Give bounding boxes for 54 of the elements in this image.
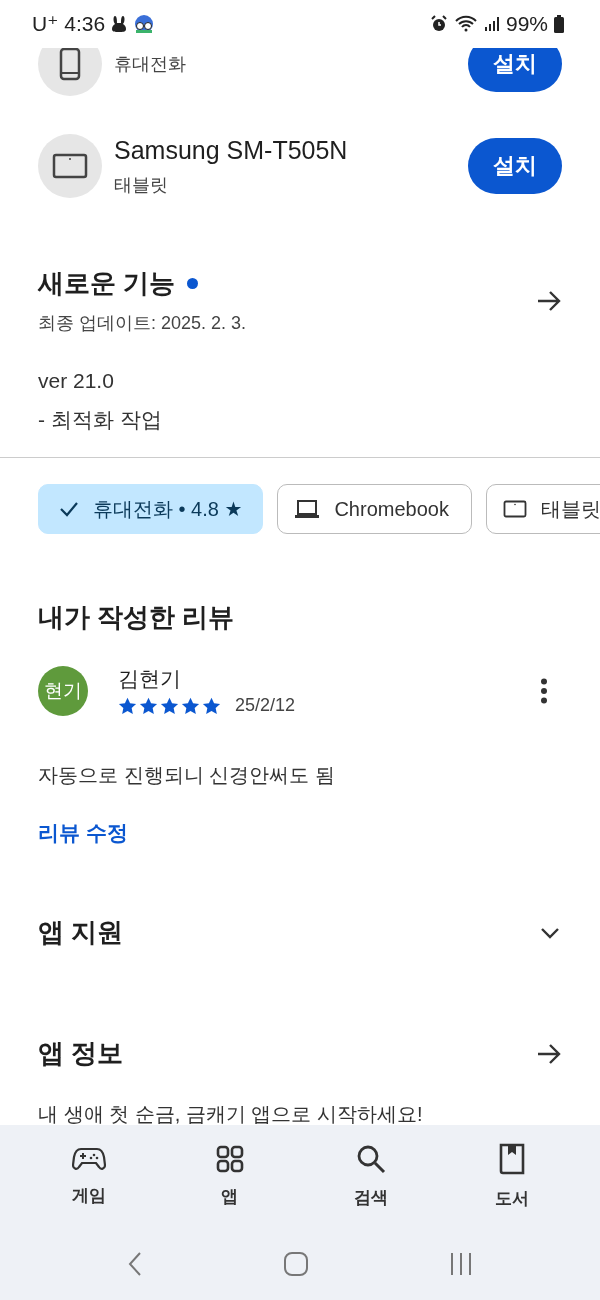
star-icon — [202, 696, 221, 715]
section-title: 새로운 기능 — [38, 267, 176, 300]
device-filter-chip[interactable]: 태블릿 — [485, 484, 600, 534]
edit-review-link[interactable]: 리뷰 수정 — [38, 819, 128, 847]
battery-icon — [554, 15, 564, 33]
arrow-right-icon[interactable] — [536, 288, 562, 313]
nav-tab[interactable]: 게임 — [38, 1145, 139, 1207]
section-title: 내가 작성한 리뷰 — [38, 601, 236, 634]
section-title: 앱 정보 — [38, 1037, 124, 1070]
release-note: - 최적화 작업 — [38, 407, 163, 433]
wifi-icon — [453, 15, 478, 33]
reviewer-name: 김현기 — [118, 666, 182, 692]
device-type: 휴대전화 — [114, 53, 187, 76]
device-filter-chip[interactable]: Chromebook — [277, 484, 472, 534]
nav-tab[interactable]: 검색 — [320, 1143, 421, 1209]
checkmark-icon — [59, 501, 79, 517]
device-name: Samsung SM-T505N — [114, 135, 349, 165]
gamepad-icon — [71, 1145, 106, 1172]
alarm-icon — [429, 15, 448, 33]
release-note: ver 21.0 — [38, 368, 115, 394]
install-button[interactable]: 설치 — [468, 48, 562, 92]
status-time: 4:36 — [64, 12, 106, 36]
rabbit-icon — [111, 15, 128, 33]
star-icon — [181, 696, 200, 715]
carrier-label: U⁺ — [32, 12, 59, 36]
device-filter-chip[interactable]: 휴대전화 • 4.8 ★ — [38, 484, 264, 534]
tablet-icon — [52, 153, 88, 179]
signal-icon — [483, 16, 500, 32]
tablet-icon — [502, 500, 527, 518]
app-description: 내 생애 첫 순금, 금캐기 앱으로 시작하세요! — [38, 1102, 424, 1125]
phone-icon — [59, 48, 81, 81]
grid-icon — [215, 1144, 244, 1173]
search-icon — [355, 1143, 386, 1174]
star-icon — [118, 696, 137, 715]
back-icon[interactable] — [127, 1250, 143, 1277]
nav-tab[interactable]: 앱 — [179, 1144, 280, 1208]
star-icon — [139, 696, 158, 715]
section-title: 앱 지원 — [38, 916, 124, 949]
review-date: 25/2/12 — [235, 695, 296, 716]
star-icon — [160, 696, 179, 715]
arrow-right-icon[interactable] — [536, 1041, 562, 1066]
last-updated-text: 최종 업데이트: 2025. 2. 3. — [38, 312, 247, 335]
laptop-icon — [294, 499, 321, 519]
bookmark-book-icon — [497, 1142, 526, 1175]
avatar-circle: 현기 — [38, 665, 88, 716]
cartoon-face-icon — [133, 14, 156, 34]
home-icon[interactable] — [283, 1250, 309, 1277]
review-text: 자동으로 진행되니 신경안써도 됨 — [38, 763, 336, 788]
more-options-icon[interactable] — [540, 677, 548, 704]
recent-apps-icon[interactable] — [449, 1251, 473, 1276]
battery-percent: 99% — [505, 12, 548, 36]
nav-tab[interactable]: 도서 — [461, 1142, 562, 1210]
device-type: 태블릿 — [114, 173, 169, 197]
install-button[interactable]: 설치 — [468, 138, 562, 194]
